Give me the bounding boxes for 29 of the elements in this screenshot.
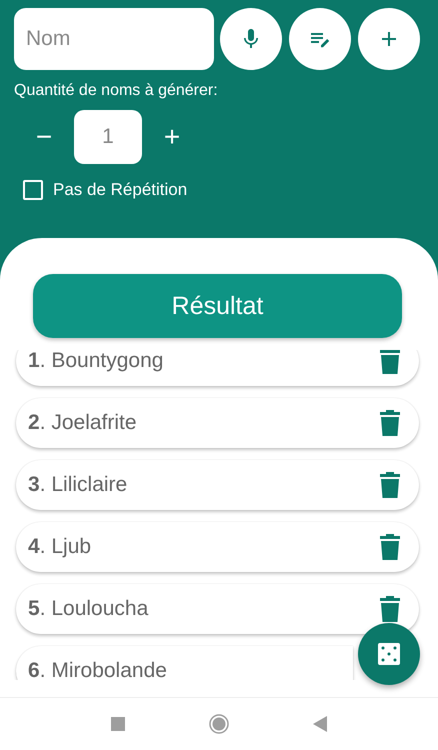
result-name: 6. Mirobolande [28,659,167,680]
result-item[interactable]: 6. Mirobolande [16,646,353,680]
result-name: 4. Ljub [28,535,92,559]
result-item[interactable]: 1. Bountygong [16,350,419,386]
result-item[interactable]: 2. Joelafrite [16,398,419,448]
checkbox-label: Pas de Répétition [53,180,188,200]
increment-button[interactable]: + [142,110,202,164]
dice-fab[interactable] [358,623,420,685]
result-name: 5. Louloucha [28,597,148,621]
dice-icon [378,643,400,665]
checkbox[interactable] [23,180,43,200]
decrement-button[interactable]: − [14,110,74,164]
result-button[interactable]: Résultat [33,274,402,338]
name-field[interactable]: Nom [14,8,214,70]
result-item[interactable]: 5. Louloucha [16,584,419,634]
result-name: 1. Bountygong [28,350,164,373]
trash-icon[interactable] [379,596,401,622]
result-name: 3. Liliclaire [28,473,128,497]
trash-icon[interactable] [379,350,401,374]
home-icon[interactable] [209,714,229,734]
result-name: 2. Joelafrite [28,411,137,435]
quantity-label: Quantité de noms à générer: [14,82,219,100]
result-item[interactable]: 4. Ljub [16,522,419,572]
result-item[interactable]: 3. Liliclaire [16,460,419,510]
back-icon[interactable] [313,716,327,732]
trash-icon[interactable] [379,472,401,498]
trash-icon[interactable] [379,410,401,436]
quantity-field[interactable]: 1 [74,110,142,164]
trash-icon[interactable] [379,534,401,560]
